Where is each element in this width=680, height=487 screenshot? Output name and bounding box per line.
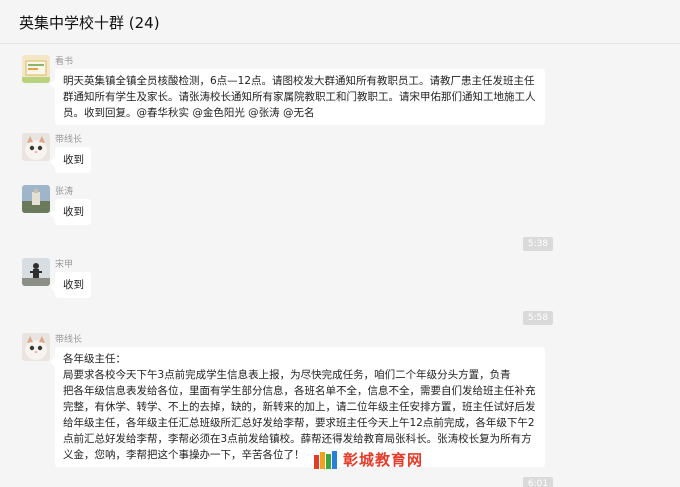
sender-name: 带线长: [55, 335, 83, 345]
avatar[interactable]: [22, 258, 50, 286]
sender-name: 宋甲: [55, 260, 74, 270]
watermark-text: 彰城教育网: [343, 451, 424, 469]
timestamp-text: 5:58: [522, 311, 554, 325]
avatar[interactable]: [22, 55, 50, 83]
message-line: 义金，您呐，李帮把这个事操办一下，辛苦各位了！: [63, 449, 305, 461]
message-line: 完整，有休学、转学、不上的去掉，缺的，新转来的加上，请二位年级主任安排方置，班主…: [63, 401, 536, 413]
timestamp: 6:01: [0, 477, 680, 487]
chat-title[interactable]: 英集中学校十群 (24): [19, 12, 160, 33]
message-line: 给年级主任，各年级主任汇总班级所汇总好发给李帮，要求班主任今天上午12点前完成，…: [63, 417, 535, 429]
site-watermark: 彰城教育网: [313, 446, 463, 474]
sender-name: 看书: [55, 57, 74, 67]
sender-name: 张涛: [55, 187, 74, 197]
message-line: 把各年级信息表发给各位，里面有学生部分信息，各班名单不全，信息不全，需要自们发给…: [63, 385, 536, 397]
message-line: 群通知所有学生及家长。请张涛校长通知所有家属院教职工和门教职工。请宋甲佑那们通知…: [63, 91, 536, 103]
message-line: 明天英集镇全镇全员核酸检测，6点—12点。请图校发大群通知所有教职员工。请教厂患…: [63, 75, 535, 87]
timestamp-text: 5:38: [522, 237, 554, 251]
message-line: 点前汇总好发给李帮，李帮必须在3点前发给镇校。薛帮还得发给教育局张科长。张涛校长…: [63, 433, 532, 445]
message-line: 收到: [63, 206, 84, 218]
timestamp: 5:38: [0, 237, 680, 251]
books-icon: [313, 449, 339, 471]
message-bubble[interactable]: 收到: [50, 147, 91, 173]
chat-header: 英集中学校十群 (24): [0, 0, 680, 44]
message-line: 收到: [63, 279, 84, 291]
message-bubble[interactable]: 收到: [50, 199, 91, 225]
sender-name: 带线长: [55, 135, 83, 145]
message-bubble[interactable]: 明天英集镇全镇全员核酸检测，6点—12点。请图校发大群通知所有教职员工。请教厂患…: [50, 69, 545, 125]
message-line: 各年级主任：: [63, 353, 126, 365]
message-bubble[interactable]: 各年级主任： 局要求各校今天下午3点前完成学生信息表上报，为尽快完成任务，咱们二…: [50, 347, 545, 467]
message-line: 局要求各校今天下午3点前完成学生信息表上报，为尽快完成任务，咱们二个年级分头方置…: [63, 369, 511, 381]
message-line: 员。收到回复。@春华秋实 @金色阳光 @张涛 @无名: [63, 107, 315, 119]
message-line: 收到: [63, 154, 84, 166]
timestamp: 5:58: [0, 311, 680, 325]
avatar[interactable]: [22, 333, 50, 361]
message-bubble[interactable]: 收到: [50, 272, 91, 298]
avatar[interactable]: [22, 185, 50, 213]
timestamp-text: 6:01: [522, 477, 554, 487]
avatar[interactable]: [22, 133, 50, 161]
